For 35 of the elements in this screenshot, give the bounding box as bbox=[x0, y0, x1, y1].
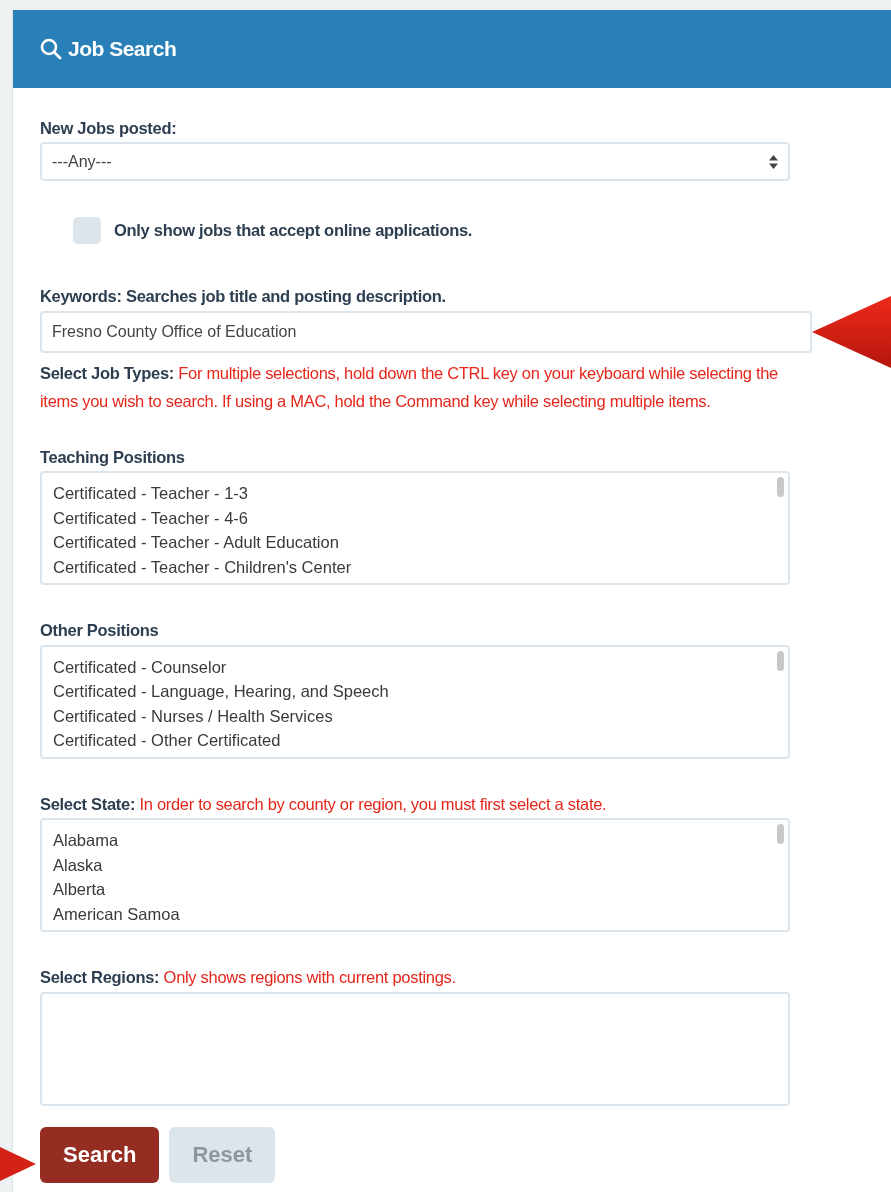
list-option[interactable]: Certificated - Teacher - 1-3 bbox=[53, 481, 777, 506]
list-option[interactable]: Alaska bbox=[53, 852, 777, 878]
list-option[interactable]: Alabama bbox=[53, 828, 777, 853]
checkbox[interactable] bbox=[73, 217, 101, 245]
list-option[interactable]: Certificated - Teacher - Adult Education bbox=[53, 530, 777, 555]
list-option[interactable]: Certificated - Other Certificated bbox=[53, 728, 777, 753]
checkbox-label: Only show jobs that accept online applications. bbox=[114, 220, 473, 242]
keywords-field[interactable]: Fresno County Office of Education bbox=[40, 310, 812, 353]
list-box[interactable]: Certificated - Counselor Certificated - Language, Hearing, and Speech Certificated - Nurses / Health Services Certificated - Other Certificated bbox=[40, 644, 790, 759]
list-option[interactable]: Certificated - Language, Hearing, and Speech bbox=[53, 679, 777, 704]
field-label: Keywords: Searches job title and posting description. bbox=[40, 286, 447, 308]
updown-icon bbox=[769, 154, 778, 169]
search-icon bbox=[40, 38, 62, 60]
field-label: New Jobs posted: bbox=[40, 118, 178, 139]
scrollbar-thumb[interactable] bbox=[777, 650, 784, 671]
field-label: Other Positions bbox=[40, 620, 160, 642]
list-option[interactable]: Certificated - Teacher - Children's Center bbox=[53, 554, 777, 580]
list-option[interactable]: Certificated - Teacher - 4-6 bbox=[53, 505, 777, 531]
list-option[interactable]: Alberta bbox=[53, 877, 777, 902]
select-field[interactable]: ---Any--- bbox=[40, 142, 790, 182]
scrollbar-thumb[interactable] bbox=[777, 477, 784, 498]
field-label: Select Regions: Only shows regions with current postings. bbox=[40, 967, 457, 989]
list-option[interactable]: Certificated - Nurses / Health Services bbox=[53, 703, 777, 729]
list-option[interactable]: Certificated - Counselor bbox=[53, 654, 777, 680]
arrow-pointer bbox=[0, 1147, 36, 1181]
field-label: Select Job Types: For multiple selections, hold down the CTRL key on your keyboard while selecting the items you wish to search. If using a MAC, hold the Command key while selecting multiple items. bbox=[40, 362, 779, 412]
scrollbar-thumb[interactable] bbox=[777, 824, 784, 845]
list-box[interactable]: Certificated - Teacher - 1-3 Certificated - Teacher - 4-6 Certificated - Teacher - Adult Education Certificated - Teacher - Children's Center bbox=[40, 471, 790, 586]
panel-title: Job Search bbox=[68, 36, 177, 62]
field-label: Teaching Positions bbox=[40, 446, 186, 468]
list-box[interactable] bbox=[40, 991, 790, 1106]
list-option[interactable]: American Samoa bbox=[53, 901, 777, 927]
list-box[interactable]: Alabama Alaska Alberta American Samoa bbox=[40, 818, 790, 933]
field-label: Select State: In order to search by county or region, you must first select a state. bbox=[40, 793, 608, 815]
search-button[interactable]: Search bbox=[40, 1126, 160, 1183]
